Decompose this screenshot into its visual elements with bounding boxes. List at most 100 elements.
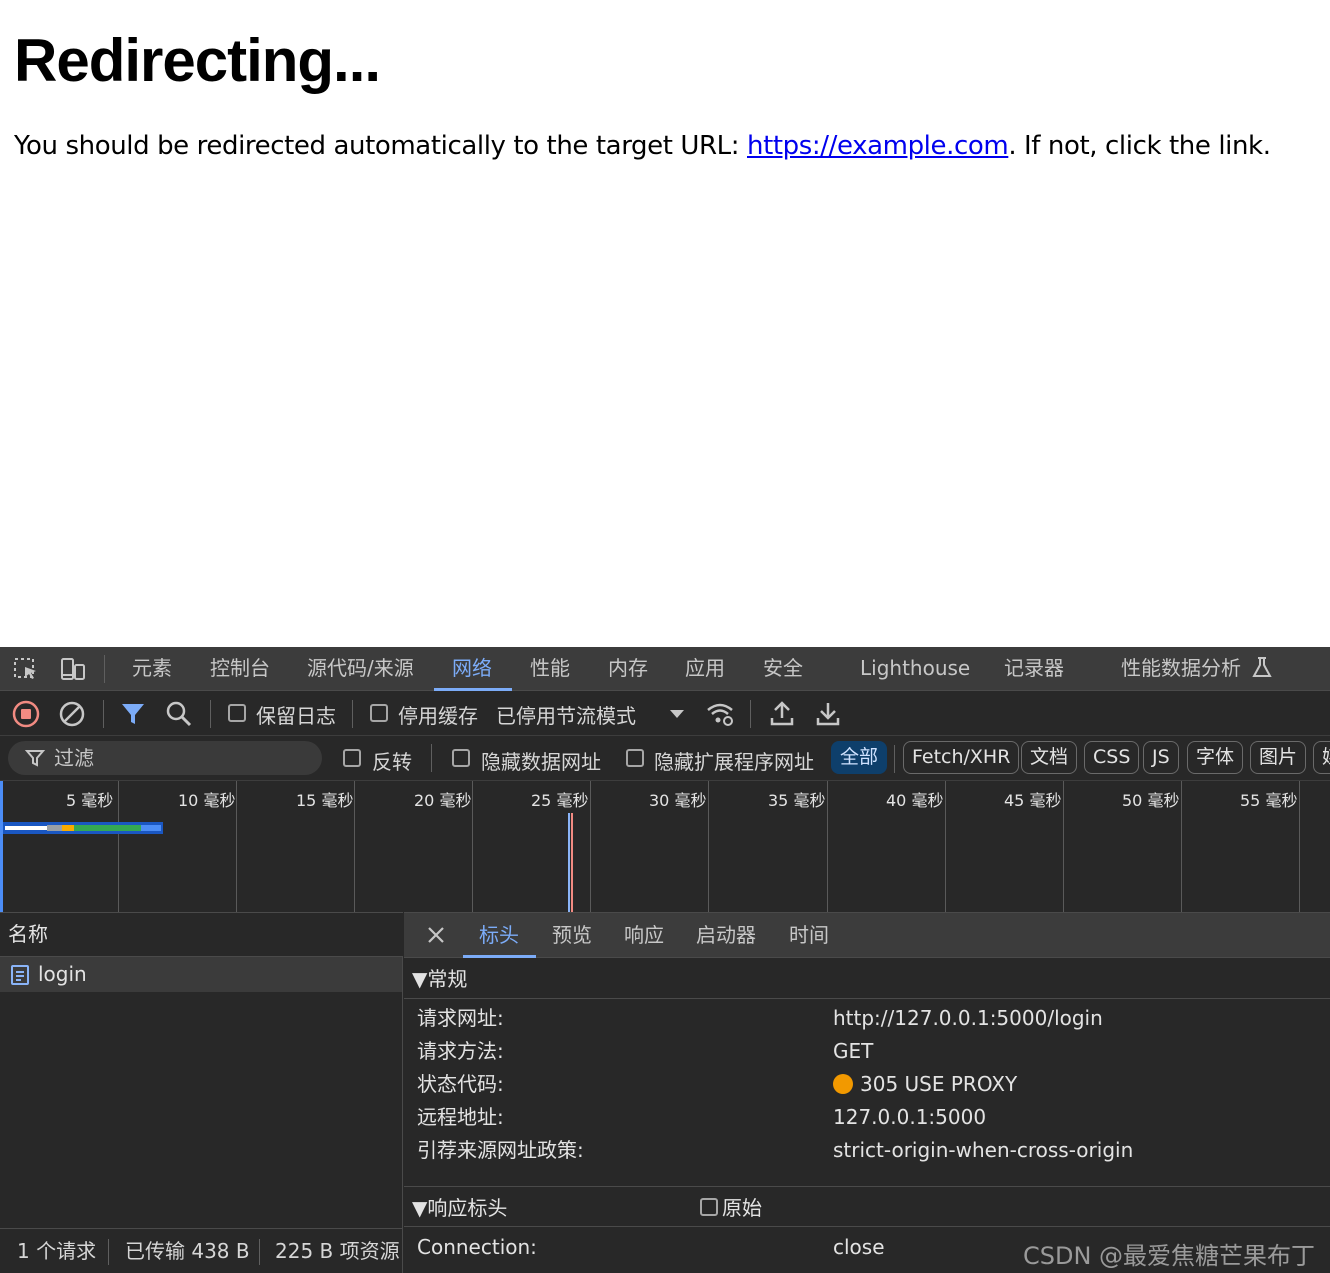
timeline-tick-label: 30 毫秒 — [649, 791, 707, 810]
clear-log-icon[interactable] — [57, 699, 87, 729]
type-filter-js[interactable]: JS — [1143, 741, 1179, 774]
filter-divider — [894, 745, 895, 773]
record-stop-icon[interactable] — [11, 699, 41, 729]
type-filter-font[interactable]: 字体 — [1187, 741, 1244, 774]
invert-label: 反转 — [372, 750, 412, 774]
network-conditions-icon[interactable] — [705, 699, 735, 729]
type-filter-css[interactable]: CSS — [1084, 741, 1140, 774]
header-key-status-code: 状态代码: — [417, 1072, 504, 1096]
request-name: login — [38, 962, 87, 986]
timeline-gridline — [827, 781, 828, 913]
raw-headers-checkbox[interactable] — [700, 1198, 718, 1216]
tab-performance[interactable]: 性能 — [530, 647, 570, 691]
request-detail-pane: 标头 预览 响应 启动器 时间 ▼常规 请求网址: http://127.0.0… — [404, 912, 1330, 1273]
name-column-header[interactable]: 名称 — [0, 912, 403, 957]
detail-tab-timing[interactable]: 时间 — [789, 913, 829, 957]
status-code-text: 305 USE PROXY — [860, 1072, 1018, 1096]
tab-lighthouse[interactable]: Lighthouse — [860, 647, 970, 691]
devtools-tabbar: 元素 控制台 源代码/来源 网络 性能 内存 应用 安全 Lighthouse … — [0, 647, 1330, 691]
filter-funnel-icon — [24, 750, 46, 767]
detail-tab-headers[interactable]: 标头 — [479, 913, 519, 957]
type-filter-img[interactable]: 图片 — [1250, 741, 1307, 774]
header-value-referrer-policy: strict-origin-when-cross-origin — [833, 1138, 1134, 1162]
transferred-size: 已传输 438 B — [125, 1239, 250, 1263]
target-url-link[interactable]: https://example.com — [747, 131, 1009, 161]
request-timing-bar — [3, 822, 163, 834]
header-value-request-method: GET — [833, 1039, 874, 1063]
close-icon[interactable] — [425, 924, 447, 946]
timeline-gridline — [354, 781, 355, 913]
general-section-title: ▼常规 — [412, 967, 468, 991]
request-row[interactable]: login — [0, 957, 402, 992]
filter-placeholder: 过滤 — [54, 746, 94, 770]
general-section-header[interactable]: ▼常规 — [404, 958, 1330, 999]
type-filter-fetch-xhr[interactable]: Fetch/XHR — [903, 741, 1020, 774]
export-har-icon[interactable] — [813, 699, 843, 729]
detail-tab-preview[interactable]: 预览 — [552, 913, 592, 957]
timeline-tick-label: 40 毫秒 — [886, 791, 944, 810]
hide-extension-urls-checkbox[interactable] — [626, 749, 644, 767]
load-event-marker — [571, 813, 573, 913]
devtools-panel: 元素 控制台 源代码/来源 网络 性能 内存 应用 安全 Lighthouse … — [0, 647, 1330, 1273]
timeline-gridline — [472, 781, 473, 913]
redirect-message: You should be redirected automatically t… — [14, 131, 1271, 161]
device-toolbar-icon[interactable] — [58, 656, 86, 682]
hide-extension-urls-label: 隐藏扩展程序网址 — [654, 750, 814, 774]
filter-input[interactable]: 过滤 — [8, 741, 322, 775]
tabbar-divider — [104, 655, 105, 683]
experiment-flask-icon — [1252, 657, 1273, 677]
network-summary-bar: 1 个请求 已传输 438 B 225 B 项资源 — [0, 1228, 403, 1273]
tab-memory[interactable]: 内存 — [608, 647, 648, 691]
preserve-log-label: 保留日志 — [256, 704, 336, 728]
filter-icon[interactable] — [118, 699, 148, 729]
toolbar-divider — [352, 700, 353, 728]
tab-console[interactable]: 控制台 — [210, 647, 270, 691]
tab-application[interactable]: 应用 — [685, 647, 725, 691]
response-headers-section-header[interactable]: ▼响应标头 原始 — [404, 1186, 1330, 1227]
import-har-icon[interactable] — [767, 699, 797, 729]
dropdown-arrow-icon[interactable] — [662, 699, 692, 729]
hide-data-urls-checkbox[interactable] — [452, 749, 470, 767]
search-icon[interactable] — [164, 699, 194, 729]
header-value-remote-address: 127.0.0.1:5000 — [833, 1105, 987, 1129]
tab-security[interactable]: 安全 — [763, 647, 803, 691]
timeline-gridline — [945, 781, 946, 913]
tab-elements[interactable]: 元素 — [132, 647, 172, 691]
inspect-element-icon[interactable] — [12, 656, 40, 682]
dom-content-loaded-marker — [568, 813, 570, 913]
preserve-log-checkbox[interactable] — [228, 704, 246, 722]
network-toolbar: 保留日志 停用缓存 已停用节流模式 — [0, 691, 1330, 736]
response-header-value: close — [833, 1235, 885, 1259]
type-filter-doc[interactable]: 文档 — [1021, 741, 1078, 774]
disable-cache-checkbox[interactable] — [370, 704, 388, 722]
raw-headers-label: 原始 — [722, 1196, 762, 1220]
tab-sources[interactable]: 源代码/来源 — [307, 647, 414, 691]
filter-divider — [431, 744, 432, 772]
request-count: 1 个请求 — [17, 1239, 97, 1263]
tab-recorder[interactable]: 记录器 — [1004, 647, 1064, 691]
document-icon — [11, 965, 29, 985]
request-list: 名称 login 1 个请求 已传输 438 B 225 B 项资源 — [0, 912, 403, 1273]
response-headers-title: ▼响应标头 — [412, 1196, 508, 1220]
timeline-tick-label: 45 毫秒 — [1004, 791, 1062, 810]
tab-performance-insights[interactable]: 性能数据分析 — [1121, 647, 1273, 691]
invert-checkbox[interactable] — [343, 749, 361, 767]
timeline-tick-label: 10 毫秒 — [178, 791, 236, 810]
timeline-overview[interactable]: 5 毫秒 10 毫秒 15 毫秒 20 毫秒 25 毫秒 30 毫秒 35 毫秒… — [0, 780, 1330, 913]
timeline-start-marker — [0, 781, 3, 913]
disable-cache-label: 停用缓存 — [398, 704, 478, 728]
tab-network[interactable]: 网络 — [452, 647, 492, 691]
header-key-remote-address: 远程地址: — [417, 1105, 504, 1129]
toolbar-divider — [210, 700, 211, 728]
timeline-tick-label: 5 毫秒 — [66, 791, 114, 810]
timeline-gridline — [118, 781, 119, 913]
type-filter-media[interactable]: 媒 — [1313, 741, 1330, 774]
detail-tab-initiator[interactable]: 启动器 — [696, 913, 756, 957]
throttling-select[interactable]: 已停用节流模式 — [496, 700, 636, 729]
csdn-watermark: CSDN @最爱焦糖芒果布丁 — [1023, 1242, 1316, 1270]
timeline-gridline — [590, 781, 591, 913]
hide-data-urls-label: 隐藏数据网址 — [481, 750, 601, 774]
detail-tab-response[interactable]: 响应 — [624, 913, 664, 957]
type-filter-all[interactable]: 全部 — [831, 741, 888, 774]
summary-divider — [108, 1239, 109, 1265]
